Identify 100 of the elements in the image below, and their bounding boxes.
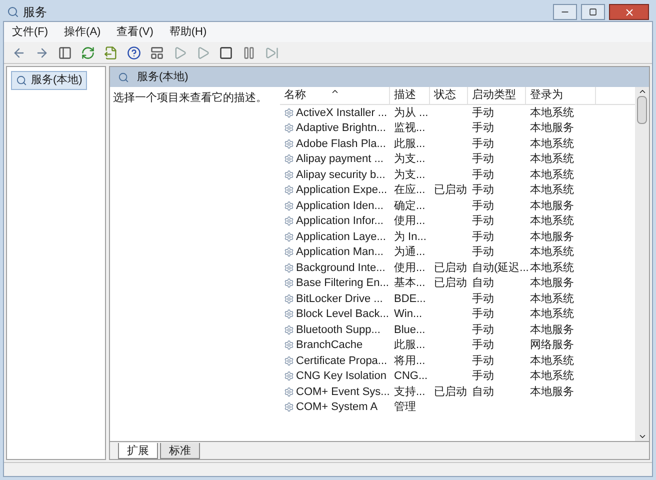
table-cell-text: 手动 <box>472 292 494 306</box>
table-cell-text: Adobe Flash Pla... <box>296 136 386 152</box>
table-cell-text: 本地服务 <box>530 198 574 214</box>
table-cell-text: 手动 <box>472 121 494 136</box>
table-cell-text: 手动 <box>472 183 494 198</box>
menu-item[interactable]: 操作(A) <box>64 24 101 40</box>
table-cell-text: 本地系统 <box>530 244 574 260</box>
table-cell-text: ActiveX Installer ... <box>296 106 388 120</box>
gear-icon <box>284 402 294 412</box>
table-cell-text: 本地系统 <box>530 106 574 120</box>
table-cell-text: COM+ System A <box>296 400 378 415</box>
table-cell-text: COM+ Event Sys... <box>296 384 390 400</box>
table-cell-text: 手动 <box>472 198 494 214</box>
panel-title: 服务(本地) <box>137 70 188 85</box>
view-tab[interactable]: 标准 <box>160 443 200 459</box>
table-cell-text: Base Filtering En... <box>296 276 389 291</box>
table-cell-text: 本地服务 <box>530 384 574 400</box>
table-cell-text: Adaptive Brightn... <box>296 121 386 136</box>
table-cell-text: CNG Key Isolation <box>296 369 386 384</box>
table-cell-text: 手动 <box>472 230 494 244</box>
menu-item[interactable]: 查看(V) <box>116 24 154 40</box>
menu-item[interactable]: 文件(F) <box>12 24 48 40</box>
table-cell-text: BitLocker Drive ... <box>296 292 383 306</box>
table-cell-text: 手动 <box>472 245 494 260</box>
table-cell-text: 手动 <box>472 168 494 182</box>
table-cell-text: 自动 <box>472 276 494 291</box>
table-cell-text: Background Inte... <box>296 260 386 276</box>
tree-item[interactable]: 服务(本地) <box>11 71 88 90</box>
scroll-thumb[interactable] <box>637 96 647 124</box>
gear-icon <box>284 294 294 304</box>
column-header[interactable]: 名称 <box>280 87 390 104</box>
table-cell-text: 手动 <box>472 322 494 338</box>
table-cell-text: 将用... <box>394 354 426 368</box>
window-title: 服务 <box>23 4 47 21</box>
search-icon <box>16 74 27 86</box>
gear-icon <box>284 340 294 350</box>
gear-icon <box>284 185 294 196</box>
table-cell-text: 本地系统 <box>530 182 574 198</box>
gear-icon <box>284 262 294 273</box>
gear-icon <box>284 247 294 258</box>
gear-icon <box>284 108 294 118</box>
view-tab[interactable]: 扩展 <box>118 443 158 459</box>
sort-icon <box>330 87 339 96</box>
table-cell-text: Bluetooth Supp... <box>296 322 380 338</box>
column-header[interactable]: 启动类型 <box>468 87 526 104</box>
gear-icon <box>284 232 294 242</box>
maximize-button[interactable] <box>581 4 605 20</box>
table-cell-text: 本地系统 <box>530 260 574 276</box>
table-cell-text: 此服... <box>394 338 426 353</box>
column-header[interactable]: 登录为 <box>526 87 596 104</box>
table-cell-text: Application Expe... <box>296 183 388 198</box>
table-cell-text: 本地系统 <box>530 168 574 182</box>
table-cell-text: Alipay security b... <box>296 168 386 182</box>
table-cell-text: 本地系统 <box>530 306 574 322</box>
table-cell-text: 基本... <box>394 276 426 291</box>
table-cell-text: 使用... <box>394 260 426 276</box>
table-cell-text: 手动 <box>472 354 494 368</box>
table-cell-text: 已启动 <box>434 260 467 276</box>
table-cell-text: CNG... <box>394 369 428 384</box>
table-cell-text: 手动 <box>472 307 494 322</box>
table-cell-text: 已启动 <box>434 182 467 198</box>
column-header[interactable]: 描述 <box>390 87 430 104</box>
table-cell-text: 为从 ... <box>394 106 428 120</box>
close-button[interactable] <box>609 4 649 20</box>
table-cell-text: 在应... <box>394 182 426 198</box>
menu-item[interactable]: 帮助(H) <box>169 24 207 40</box>
search-icon <box>118 72 129 82</box>
table-cell-text: 已启动 <box>434 384 467 400</box>
description-text: 选择一个项目来查看它的描述。 <box>113 92 267 104</box>
gear-icon <box>284 386 294 397</box>
gear-icon <box>284 371 294 382</box>
column-header[interactable]: 状态 <box>430 87 468 104</box>
scroll-up-icon[interactable] <box>638 87 646 96</box>
table-cell-text: BranchCache <box>296 338 363 353</box>
table-cell-text: 本地服务 <box>530 322 574 338</box>
table-cell-text: 监视... <box>394 121 426 136</box>
scroll-down-icon[interactable] <box>638 432 646 441</box>
table-cell-text: Application Iden... <box>296 198 384 214</box>
gear-icon <box>284 138 294 149</box>
table-cell-text: 为支... <box>394 168 426 182</box>
gear-icon <box>284 200 294 211</box>
table-cell-text: Block Level Back... <box>296 307 389 322</box>
gear-icon <box>284 309 294 320</box>
gear-icon <box>284 356 294 366</box>
gear-icon <box>284 216 294 226</box>
table-cell-text: 本地系统 <box>530 292 574 306</box>
table-cell-text: Alipay payment ... <box>296 152 384 167</box>
table-cell-text: Application Man... <box>296 245 384 260</box>
table-cell-text: 本地系统 <box>530 136 574 152</box>
table-cell-text: 此服... <box>394 136 426 152</box>
table-cell-text: 支持... <box>394 384 426 400</box>
table-cell-text: 手动 <box>472 106 494 120</box>
tree-label: 服务(本地) <box>31 73 82 88</box>
gear-icon <box>284 170 294 180</box>
table-cell-text: 本地服务 <box>530 276 574 291</box>
table-cell-text: 手动 <box>472 152 494 167</box>
table-cell-text: 为支... <box>394 152 426 167</box>
table-cell-text: 本地服务 <box>530 230 574 244</box>
gear-icon <box>284 324 294 335</box>
table-cell-text: Application Laye... <box>296 230 386 244</box>
